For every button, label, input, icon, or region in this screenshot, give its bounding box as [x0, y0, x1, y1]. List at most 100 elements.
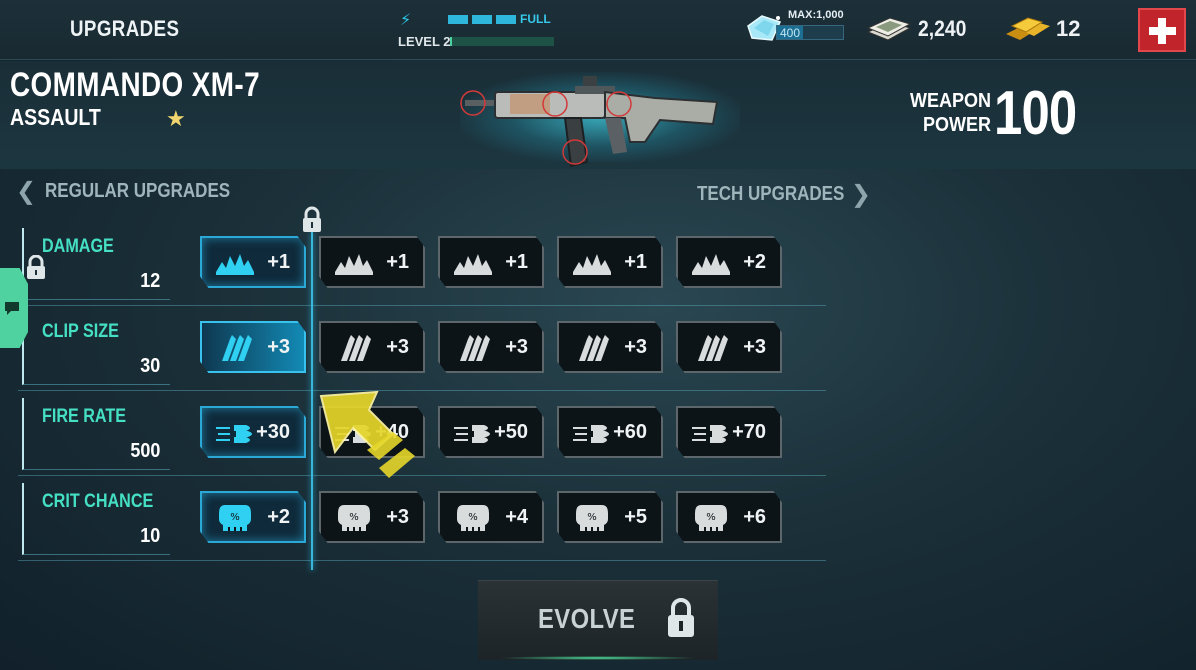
rifle-icon: [460, 76, 719, 168]
regular-upgrades-tab[interactable]: ❮ REGULAR UPGRADES: [16, 177, 262, 207]
explosion-icon: [452, 248, 494, 278]
energy-segment: [448, 15, 468, 24]
svg-text:%: %: [706, 512, 716, 523]
diamond-max-label: MAX:1,000: [788, 9, 844, 21]
upgrade-button[interactable]: +1: [438, 236, 544, 288]
upgrade-button[interactable]: +50: [438, 406, 544, 458]
skull-icon: %: [452, 503, 494, 533]
speed-bullet-icon: [571, 418, 613, 448]
upgrade-amount: +3: [743, 336, 766, 358]
stat-value: 500: [129, 440, 160, 462]
bullets-icon: [690, 333, 732, 363]
bullets-icon: [571, 333, 613, 363]
unlock-divider: [311, 232, 313, 570]
lock-icon: [303, 206, 321, 232]
upgrade-button[interactable]: % +5: [557, 491, 663, 543]
lock-icon: [668, 598, 694, 637]
upgrade-button[interactable]: % +2: [200, 491, 306, 543]
upgrade-amount: +1: [624, 251, 647, 273]
skull-icon: %: [214, 503, 256, 533]
upgrade-amount: +60: [613, 421, 647, 443]
speed-bullet-icon: [214, 418, 256, 448]
upgrade-button[interactable]: +3: [557, 321, 663, 373]
level-progress-bar: [450, 37, 554, 46]
explosion-icon: [333, 248, 375, 278]
energy-meter: ⚡ FULL LEVEL 2: [398, 10, 558, 50]
upgrade-amount: +6: [743, 506, 766, 528]
add-currency-button[interactable]: [1138, 8, 1186, 52]
upgrade-button[interactable]: +60: [557, 406, 663, 458]
power-label-line2: POWER: [922, 114, 991, 136]
screen-title: UPGRADES: [70, 16, 180, 41]
upgrade-amount: +3: [386, 506, 409, 528]
tech-upgrades-tab[interactable]: TECH UPGRADES ❯: [671, 180, 871, 210]
power-label-line1: WEAPON: [910, 90, 991, 112]
skull-icon: %: [571, 503, 613, 533]
energy-bolt-icon: ⚡: [400, 12, 412, 29]
cash-value: 2,240: [918, 16, 967, 41]
upgrade-button[interactable]: +3: [438, 321, 544, 373]
stat-name: CRIT CHANCE: [42, 491, 154, 512]
upgrade-amount: +3: [624, 336, 647, 358]
explosion-icon: [571, 248, 613, 278]
upgrade-button[interactable]: +30: [200, 406, 306, 458]
skull-icon: %: [333, 503, 375, 533]
gold-value: 12: [1056, 16, 1081, 41]
upgrade-button[interactable]: +1: [557, 236, 663, 288]
stat-label-box: FIRE RATE 500: [22, 398, 170, 470]
bullets-icon: [214, 333, 256, 363]
upgrade-button[interactable]: +3: [676, 321, 782, 373]
stat-label-box: CLIP SIZE 30: [22, 313, 170, 385]
svg-text:%: %: [349, 512, 359, 523]
skull-icon: %: [690, 503, 732, 533]
explosion-icon: [690, 248, 732, 278]
evolve-label: EVOLVE: [538, 603, 636, 634]
upgrade-button[interactable]: +3: [200, 321, 306, 373]
upgrade-amount: +1: [386, 251, 409, 273]
upgrade-button[interactable]: +3: [319, 321, 425, 373]
upgrade-amount: +3: [386, 336, 409, 358]
upgrade-button[interactable]: +2: [676, 236, 782, 288]
explosion-icon: [214, 248, 256, 278]
energy-status: FULL: [520, 12, 551, 26]
upgrade-button[interactable]: % +4: [438, 491, 544, 543]
svg-text:%: %: [230, 512, 240, 523]
weapon-power-label: WEAPON POWER: [905, 89, 991, 137]
top-bar: UPGRADES ⚡ FULL LEVEL 2 MAX:1,000 400 2,…: [0, 0, 1196, 60]
stat-value: 10: [139, 525, 160, 547]
upgrade-button[interactable]: +70: [676, 406, 782, 458]
energy-segment: [496, 15, 516, 24]
stat-value: 12: [139, 270, 160, 292]
weapon-name: COMMANDO XM-7: [10, 66, 261, 104]
upgrade-button[interactable]: +1: [200, 236, 306, 288]
regular-upgrades-label: REGULAR UPGRADES: [44, 180, 230, 202]
cash-stack-icon: [866, 17, 912, 41]
upgrade-amount: +50: [494, 421, 528, 443]
svg-text:%: %: [587, 512, 597, 523]
evolve-button[interactable]: EVOLVE: [478, 580, 718, 660]
upgrade-button[interactable]: % +3: [319, 491, 425, 543]
stat-label-box: CRIT CHANCE 10: [22, 483, 170, 555]
upgrade-amount: +4: [505, 506, 528, 528]
energy-segment: [472, 15, 492, 24]
level-label: LEVEL 2: [398, 34, 451, 49]
stat-name: CLIP SIZE: [42, 321, 119, 342]
chevron-left-icon: ❮: [16, 178, 37, 205]
upgrade-amount: +1: [267, 251, 290, 273]
stat-value: 30: [139, 355, 160, 377]
lock-icon: [27, 255, 45, 279]
diamond-bar: 400: [776, 25, 844, 40]
upgrade-amount: +70: [732, 421, 766, 443]
weapon-class: ASSAULT: [10, 104, 101, 130]
upgrade-button[interactable]: % +6: [676, 491, 782, 543]
speed-bullet-icon: [452, 418, 494, 448]
upgrade-button[interactable]: +1: [319, 236, 425, 288]
upgrade-amount: +3: [267, 336, 290, 358]
stat-row-crit-chance: CRIT CHANCE 10 % +2% +3% +4 % +5% +6: [18, 477, 826, 561]
gold-bars-icon: [1006, 17, 1050, 40]
svg-text:%: %: [468, 512, 478, 523]
stat-name: FIRE RATE: [42, 406, 127, 427]
bullets-icon: [452, 333, 494, 363]
upgrade-amount: +2: [267, 506, 290, 528]
stat-name: DAMAGE: [42, 236, 114, 257]
